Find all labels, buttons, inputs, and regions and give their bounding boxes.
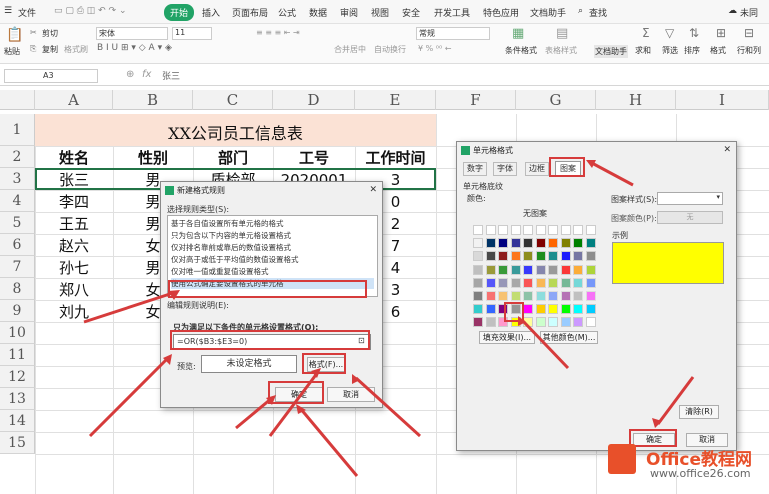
arrow-to-ok xyxy=(235,396,273,430)
office-logo-icon xyxy=(608,444,636,474)
watermark-url: www.office26.com xyxy=(650,467,751,480)
arrow-to-rule xyxy=(83,290,177,324)
arrow-to-pattern-tab xyxy=(589,160,634,187)
arrow-to-yellow xyxy=(520,318,570,370)
arrow-to-ok-3 xyxy=(354,376,422,438)
annotation-arrows xyxy=(83,160,695,477)
arrow-to-formula xyxy=(88,356,170,438)
arrow-to-ok-2 xyxy=(298,407,359,477)
arrow-to-format-btn xyxy=(268,371,320,437)
arrow-to-cell-ok xyxy=(656,376,695,425)
